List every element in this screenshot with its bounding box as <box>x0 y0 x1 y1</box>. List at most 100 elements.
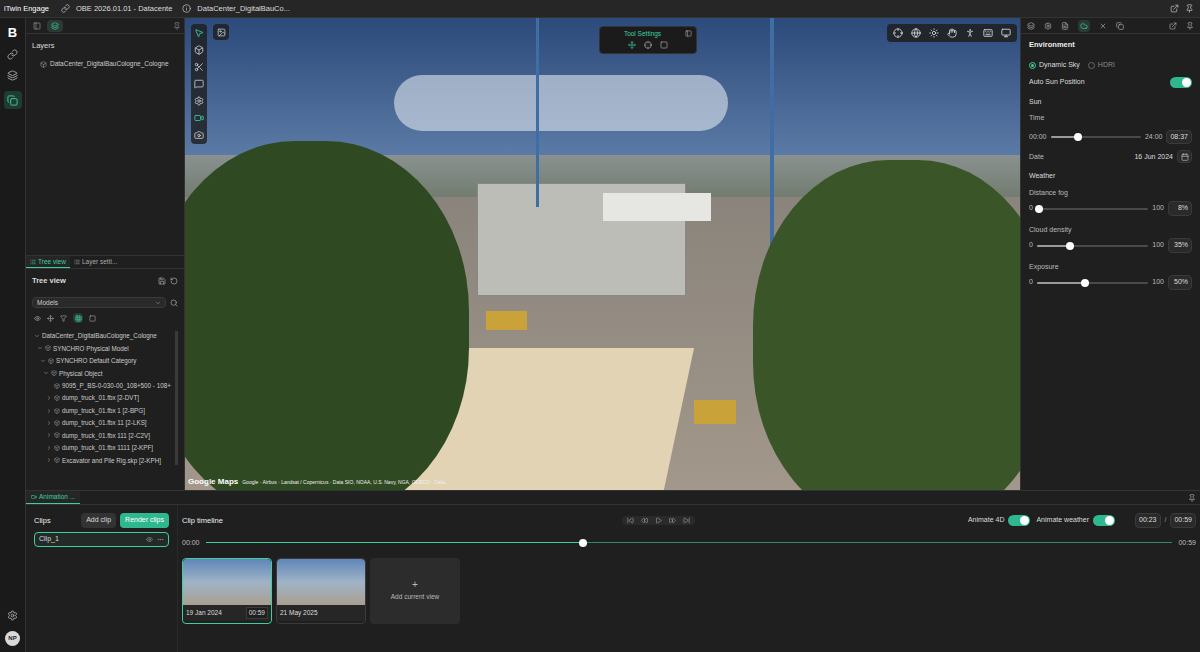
tree-row[interactable]: Physical Object <box>32 369 171 378</box>
pin-icon[interactable] <box>1185 4 1194 13</box>
close-icon[interactable] <box>1099 22 1107 30</box>
tree-row[interactable]: dump_truck_01.fbx 11 [2-LKS] <box>32 418 171 427</box>
chevron-right-icon[interactable] <box>46 432 52 438</box>
slider-thumb[interactable] <box>1035 205 1043 213</box>
panel-icon[interactable] <box>33 22 41 30</box>
skip-forward-icon[interactable] <box>683 517 690 524</box>
tree-row[interactable]: Excavator and Pile Rig.skp [2-KPH] <box>32 456 171 465</box>
rotate-icon[interactable] <box>644 41 652 49</box>
play-icon[interactable] <box>655 517 662 524</box>
clip-item[interactable]: Clip_1 <box>34 532 169 547</box>
filter-icon[interactable] <box>60 315 67 322</box>
keyframe-duration[interactable]: 00:59 <box>246 607 268 619</box>
calendar-button[interactable] <box>1177 150 1192 163</box>
layer-item[interactable]: DataCenter_DigitalBauCologne_Cologne <box>32 59 178 69</box>
isolate-icon[interactable] <box>89 315 96 322</box>
pin-icon[interactable] <box>173 22 181 30</box>
list-icon[interactable] <box>74 259 80 265</box>
chevron-down-icon[interactable] <box>37 345 43 351</box>
tree-row[interactable]: DataCenter_DigitalBauCologne_Cologne <box>32 331 171 340</box>
grid-icon[interactable] <box>75 315 82 322</box>
slider-thumb[interactable] <box>1081 279 1089 287</box>
add-clip-button[interactable]: Add clip <box>81 513 116 528</box>
animation-tab[interactable]: Animation ... <box>26 491 80 504</box>
animate-4d-toggle[interactable] <box>1008 515 1030 526</box>
keyframe-card[interactable]: 21 May 2025 <box>276 558 366 624</box>
render-clips-button[interactable]: Render clips <box>120 513 169 528</box>
weather-slider[interactable] <box>1037 241 1148 251</box>
sky-mode-radio[interactable]: HDRI <box>1088 60 1115 71</box>
fit-icon[interactable] <box>47 315 54 322</box>
gear-icon[interactable] <box>194 96 204 106</box>
user-avatar[interactable]: NP <box>5 631 20 646</box>
model-icon[interactable] <box>40 61 47 68</box>
slider-thumb[interactable] <box>1074 133 1082 141</box>
pan-icon[interactable] <box>947 28 957 38</box>
chevron-right-icon[interactable] <box>46 408 52 414</box>
comment-icon[interactable] <box>194 79 204 89</box>
timeline-playhead[interactable] <box>579 539 587 547</box>
document-icon[interactable] <box>1061 22 1069 30</box>
gear-icon[interactable] <box>1044 22 1052 30</box>
tree-row[interactable]: dump_truck_01.fbx 1 [2-BPG] <box>32 406 171 415</box>
search-icon[interactable] <box>170 299 178 307</box>
weather-slider[interactable] <box>1037 278 1148 288</box>
weather-field[interactable]: 50% <box>1168 275 1192 290</box>
current-time-field[interactable]: 00:23 <box>1135 513 1161 528</box>
eye-icon[interactable] <box>146 536 153 543</box>
tree-tab[interactable]: Layer setti... <box>70 256 121 268</box>
tree-tab[interactable]: Tree view <box>26 256 70 268</box>
keyframe-card[interactable]: 19 Jan 202400:59 <box>182 558 272 624</box>
weather-slider[interactable] <box>1037 204 1148 214</box>
viewport-panel-button[interactable] <box>213 24 229 40</box>
picture-icon[interactable] <box>217 28 226 37</box>
scale-icon[interactable] <box>660 41 668 49</box>
chevron-right-icon[interactable] <box>46 445 52 451</box>
monitor-icon[interactable] <box>1001 28 1011 38</box>
project-name[interactable]: OBE 2026.01.01 - Datacente <box>76 3 172 14</box>
panel-tab[interactable] <box>47 20 63 32</box>
select-icon[interactable] <box>194 28 204 38</box>
keyboard-icon[interactable] <box>983 28 993 38</box>
calendar-icon[interactable] <box>1181 153 1189 161</box>
gear-icon[interactable] <box>7 610 18 621</box>
rail-active-item[interactable] <box>4 91 22 109</box>
animate-weather-toggle[interactable] <box>1093 515 1115 526</box>
models-select[interactable]: Models <box>32 297 166 308</box>
pin-icon[interactable] <box>1186 22 1194 30</box>
more-icon[interactable] <box>157 536 164 543</box>
chevron-right-icon[interactable] <box>46 420 52 426</box>
target-icon[interactable] <box>893 28 903 38</box>
link-icon[interactable] <box>7 49 18 60</box>
date-value[interactable]: 16 Jun 2024 <box>1134 152 1173 163</box>
skip-back-icon[interactable] <box>627 517 634 524</box>
total-time-field[interactable]: 00:59 <box>1170 513 1196 528</box>
copy-icon[interactable] <box>1116 22 1124 30</box>
weather-field[interactable]: 8% <box>1168 201 1192 216</box>
weather-field[interactable]: 35% <box>1168 238 1192 253</box>
reset-icon[interactable] <box>170 277 178 285</box>
chevron-down-icon[interactable] <box>155 300 161 306</box>
video-icon[interactable] <box>194 113 204 123</box>
fast-forward-icon[interactable] <box>669 517 676 524</box>
globe-icon[interactable] <box>911 28 921 38</box>
list-icon[interactable] <box>30 259 36 265</box>
timeline-track[interactable] <box>206 538 1173 548</box>
rewind-icon[interactable] <box>641 517 648 524</box>
move-icon[interactable] <box>628 41 636 49</box>
tree-row[interactable]: 9095_P_BS-0-030-00_108+500 - 108+ <box>32 381 171 390</box>
cube-icon[interactable] <box>194 45 204 55</box>
walk-icon[interactable] <box>965 28 975 38</box>
slider-thumb[interactable] <box>1066 242 1074 250</box>
tree-row[interactable]: SYNCHRO Physical Model <box>32 344 171 353</box>
orbit-icon[interactable] <box>929 28 939 38</box>
auto-sun-toggle[interactable] <box>1170 77 1192 88</box>
environment-icon[interactable] <box>1080 22 1088 30</box>
viewport[interactable]: Tool SettingsGoogle MapsGoogle · Airbus … <box>185 18 1020 490</box>
panel-tab[interactable] <box>29 20 45 32</box>
logo[interactable]: B <box>8 26 17 39</box>
scissors-icon[interactable] <box>194 62 204 72</box>
add-view-card[interactable]: +Add current view <box>370 558 460 624</box>
camera-icon[interactable] <box>194 130 204 140</box>
tree-row[interactable]: dump_truck_01.fbx 111 [2-C2V] <box>32 431 171 440</box>
